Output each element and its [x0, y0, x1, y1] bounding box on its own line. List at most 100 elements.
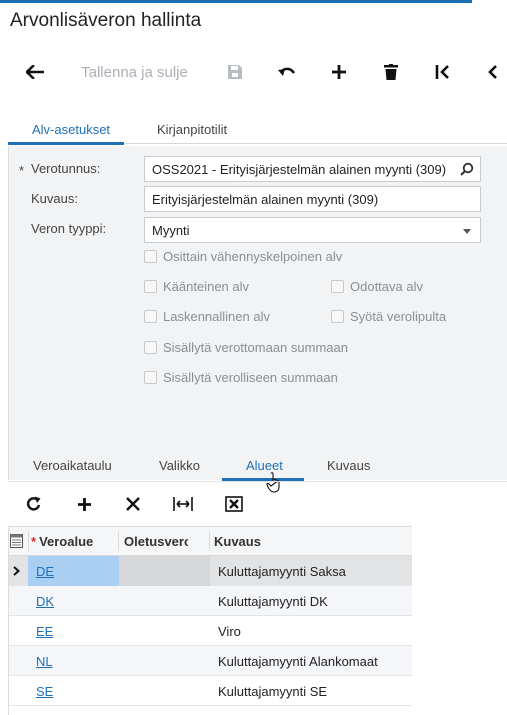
previous-record-button[interactable]: [482, 58, 504, 86]
table-row[interactable]: DK Kuluttajamyynti DK: [8, 586, 412, 616]
active-tab-indicator: [8, 142, 124, 145]
checkbox-label: Käänteinen alv: [163, 279, 250, 294]
checkbox-include-taxed[interactable]: Sisällytä verolliseen summaan: [144, 370, 338, 385]
tax-id-field[interactable]: OSS2021 - Erityisjärjestelmän alainen my…: [144, 156, 481, 182]
tab-tax-schedule[interactable]: Veroaikataulu: [33, 458, 112, 473]
first-page-icon: [435, 65, 449, 79]
column-header-default[interactable]: Oletusvero: [124, 526, 188, 556]
tax-zone-link[interactable]: DK: [36, 586, 54, 616]
floppy-disk-icon: [228, 65, 242, 79]
tax-type-label: Veron tyyppi:: [31, 221, 107, 236]
checkbox-box[interactable]: [144, 371, 157, 384]
column-separator: [28, 531, 29, 551]
checkbox-box[interactable]: [144, 341, 157, 354]
table-row[interactable]: NL Kuluttajamyynti Alankomaat: [8, 646, 412, 676]
save-and-close-label: Tallenna ja sulje: [81, 63, 188, 81]
delete-row-button[interactable]: [123, 494, 143, 514]
column-header-tax-zone[interactable]: * Veroalue: [31, 526, 117, 556]
checkbox-enter-tax-slip[interactable]: Syötä verolipulta: [331, 309, 446, 324]
table-row[interactable]: EE Viro: [8, 616, 412, 646]
tax-zone-link[interactable]: SE: [36, 676, 53, 706]
delete-button[interactable]: [378, 58, 404, 86]
chevron-down-icon: [463, 229, 471, 234]
fit-columns-button[interactable]: [172, 494, 194, 514]
excel-icon: [225, 496, 243, 512]
column-header-label: Kuvaus: [214, 533, 261, 549]
tab-menu[interactable]: Valikko: [159, 458, 200, 473]
checkbox-partial-deductible[interactable]: Osittain vähennyskelpoinen alv: [144, 249, 342, 264]
tax-id-label: Verotunnus:: [31, 161, 101, 176]
refresh-button[interactable]: [24, 494, 44, 514]
add-row-button[interactable]: [74, 494, 94, 514]
checkbox-label: Osittain vähennyskelpoinen alv: [163, 249, 343, 264]
table-row[interactable]: DE Kuluttajamyynti Saksa: [8, 556, 412, 586]
plus-icon: [77, 497, 91, 511]
table-cell[interactable]: DE: [28, 556, 119, 586]
column-separator: [118, 531, 119, 551]
undo-button[interactable]: [274, 58, 300, 86]
description-value: Erityisjärjestelmän alainen myynti (309): [152, 192, 379, 207]
checkbox-box[interactable]: [144, 310, 157, 323]
required-marker: *: [19, 163, 25, 178]
back-button[interactable]: [22, 58, 48, 86]
arrow-left-icon: [26, 65, 44, 79]
tax-zone-link[interactable]: NL: [36, 646, 53, 676]
refresh-icon: [27, 496, 41, 511]
form-tab-bar: Alv-asetukset Kirjanpitotilit: [8, 118, 507, 144]
first-record-button[interactable]: [430, 58, 456, 86]
table-cell[interactable]: Kuluttajamyynti DK: [218, 586, 328, 616]
tab-vat-settings[interactable]: Alv-asetukset: [32, 122, 110, 137]
column-header-description[interactable]: Kuvaus: [214, 526, 394, 556]
checkbox-label: Sisällytä verolliseen summaan: [163, 370, 338, 385]
table-cell[interactable]: Kuluttajamyynti SE: [218, 676, 327, 706]
tax-type-select[interactable]: Myynti: [144, 217, 481, 243]
checkbox-box[interactable]: [144, 250, 157, 263]
chevron-left-icon: [488, 65, 497, 79]
table-row[interactable]: SE Kuluttajamyynti SE: [8, 676, 412, 706]
tax-id-value: OSS2021 - Erityisjärjestelmän alainen my…: [152, 162, 447, 177]
plus-icon: [332, 65, 346, 79]
undo-icon: [278, 67, 296, 76]
table-cell[interactable]: Viro: [218, 616, 241, 646]
save-button[interactable]: [222, 58, 248, 86]
table-cell[interactable]: [119, 556, 210, 586]
column-separator: [209, 531, 210, 551]
checkbox-label: Sisällytä verottomaan summaan: [163, 340, 348, 355]
column-header-label: Oletusvero: [124, 533, 188, 549]
page-title: Arvonlisäveron hallinta: [10, 10, 202, 31]
trash-icon: [384, 64, 398, 80]
checkbox-reverse-vat[interactable]: Käänteinen alv: [144, 279, 249, 294]
tax-type-value: Myynti: [152, 223, 190, 238]
tax-zone-link[interactable]: EE: [36, 616, 53, 646]
checkbox-box[interactable]: [331, 280, 344, 293]
grid-left-border: [8, 526, 9, 715]
export-excel-button[interactable]: [223, 494, 245, 514]
grid-settings-icon: [10, 534, 23, 548]
tax-zone-link[interactable]: DE: [28, 564, 54, 579]
checkbox-include-untaxed[interactable]: Sisällytä verottomaan summaan: [144, 340, 348, 355]
column-header-label: Veroalue: [39, 533, 94, 549]
tab-zones[interactable]: Alueet: [246, 458, 283, 473]
table-cell[interactable]: Kuluttajamyynti Saksa: [218, 556, 346, 586]
tab-description[interactable]: Kuvaus: [327, 458, 370, 473]
add-button[interactable]: [326, 58, 352, 86]
save-and-close-button[interactable]: Tallenna ja sulje: [72, 58, 197, 86]
search-icon[interactable]: [460, 162, 474, 176]
checkbox-label: Syötä verolipulta: [350, 309, 447, 324]
checkbox-box[interactable]: [144, 280, 157, 293]
checkbox-box[interactable]: [331, 310, 344, 323]
table-cell[interactable]: Kuluttajamyynti Alankomaat: [218, 646, 378, 676]
column-chooser-button[interactable]: [10, 526, 26, 556]
row-selector-icon: [13, 566, 20, 576]
top-accent-line: [0, 0, 507, 3]
checkbox-pending-vat[interactable]: Odottava alv: [331, 279, 423, 294]
required-marker: *: [31, 533, 37, 549]
description-field[interactable]: Erityisjärjestelmän alainen myynti (309): [144, 186, 481, 212]
description-label: Kuvaus:: [31, 191, 78, 206]
column-fit-icon: [173, 497, 193, 511]
checkbox-label: Odottava alv: [350, 279, 423, 294]
checkbox-label: Laskennallinen alv: [163, 309, 270, 324]
tab-gl-accounts[interactable]: Kirjanpitotilit: [157, 122, 227, 137]
checkbox-calculated-vat[interactable]: Laskennallinen alv: [144, 309, 270, 324]
close-icon: [126, 497, 140, 511]
